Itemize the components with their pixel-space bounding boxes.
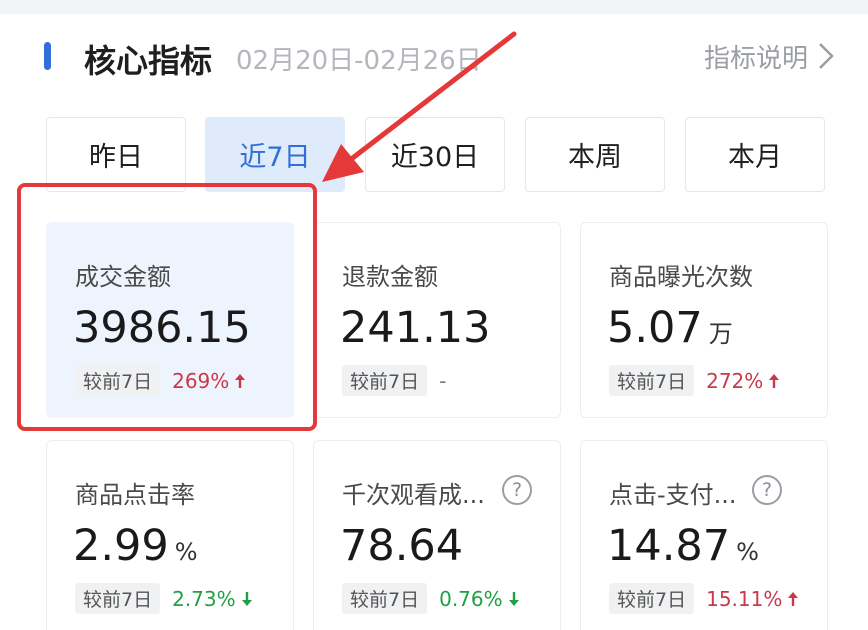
question-icon[interactable]: ? [752, 475, 782, 505]
metric-value: 2.99% [73, 521, 198, 571]
metric-value: 241.13 [340, 303, 491, 353]
arrow-down-icon [241, 591, 252, 606]
metric-compare: 较前7日 15.11% [609, 583, 799, 614]
metric-card-refund[interactable]: 退款金额 241.13 较前7日 - [313, 222, 561, 418]
compare-label: 较前7日 [342, 365, 428, 396]
metric-card-per-thousand-views[interactable]: 千次观看成... ? 78.64 较前7日 0.76% [313, 440, 561, 630]
metric-compare: 较前7日 0.76% [342, 583, 520, 614]
metric-compare: 较前7日 2.73% [75, 583, 253, 614]
core-metrics-header: 核心指标 02月20日-02月26日 指标说明 [0, 24, 868, 88]
compare-change: - [439, 368, 447, 393]
date-range: 02月20日-02月26日 [236, 46, 482, 76]
metric-help-link[interactable]: 指标说明 [704, 38, 808, 75]
metric-label: 千次观看成... [342, 481, 485, 509]
section-accent-bar [44, 42, 51, 70]
compare-label: 较前7日 [342, 583, 428, 614]
metric-compare: 较前7日 272% [609, 365, 780, 396]
metric-card-impressions[interactable]: 商品曝光次数 5.07 万 较前7日 272% [580, 222, 828, 418]
metric-value: 14.87% [607, 521, 759, 571]
metric-value: 78.64 [340, 521, 464, 571]
compare-change: 15.11% [706, 586, 783, 611]
metric-card-ctr[interactable]: 商品点击率 2.99% 较前7日 2.73% [46, 440, 294, 630]
tab-this-month[interactable]: 本月 [685, 117, 825, 192]
section-title: 核心指标 [84, 42, 213, 80]
tab-last-7-days[interactable]: 近7日 [205, 117, 345, 192]
compare-label: 较前7日 [609, 365, 695, 396]
arrow-down-icon [508, 591, 519, 606]
compare-label: 较前7日 [75, 583, 161, 614]
metric-label: 商品曝光次数 [609, 263, 753, 291]
tab-last-30-days[interactable]: 近30日 [365, 117, 505, 192]
compare-label: 较前7日 [609, 583, 695, 614]
arrow-up-icon [769, 373, 780, 388]
annotation-highlight-box [17, 183, 317, 431]
tab-yesterday[interactable]: 昨日 [46, 117, 186, 192]
metric-compare: 较前7日 - [342, 365, 446, 396]
metric-label: 商品点击率 [75, 481, 195, 509]
question-icon[interactable]: ? [502, 475, 532, 505]
compare-change: 272% [706, 368, 764, 393]
arrow-up-icon [788, 591, 799, 606]
metric-card-click-to-pay[interactable]: 点击-支付... ? 14.87% 较前7日 15.11% [580, 440, 828, 630]
compare-change: 0.76% [439, 586, 503, 611]
tab-this-week[interactable]: 本周 [525, 117, 665, 192]
metric-value: 5.07 万 [607, 303, 733, 353]
chevron-right-icon[interactable] [816, 38, 838, 74]
compare-change: 2.73% [172, 586, 236, 611]
cropped-top-strip [0, 0, 868, 14]
metric-label: 点击-支付... [609, 481, 737, 509]
metric-label: 退款金额 [342, 263, 438, 291]
